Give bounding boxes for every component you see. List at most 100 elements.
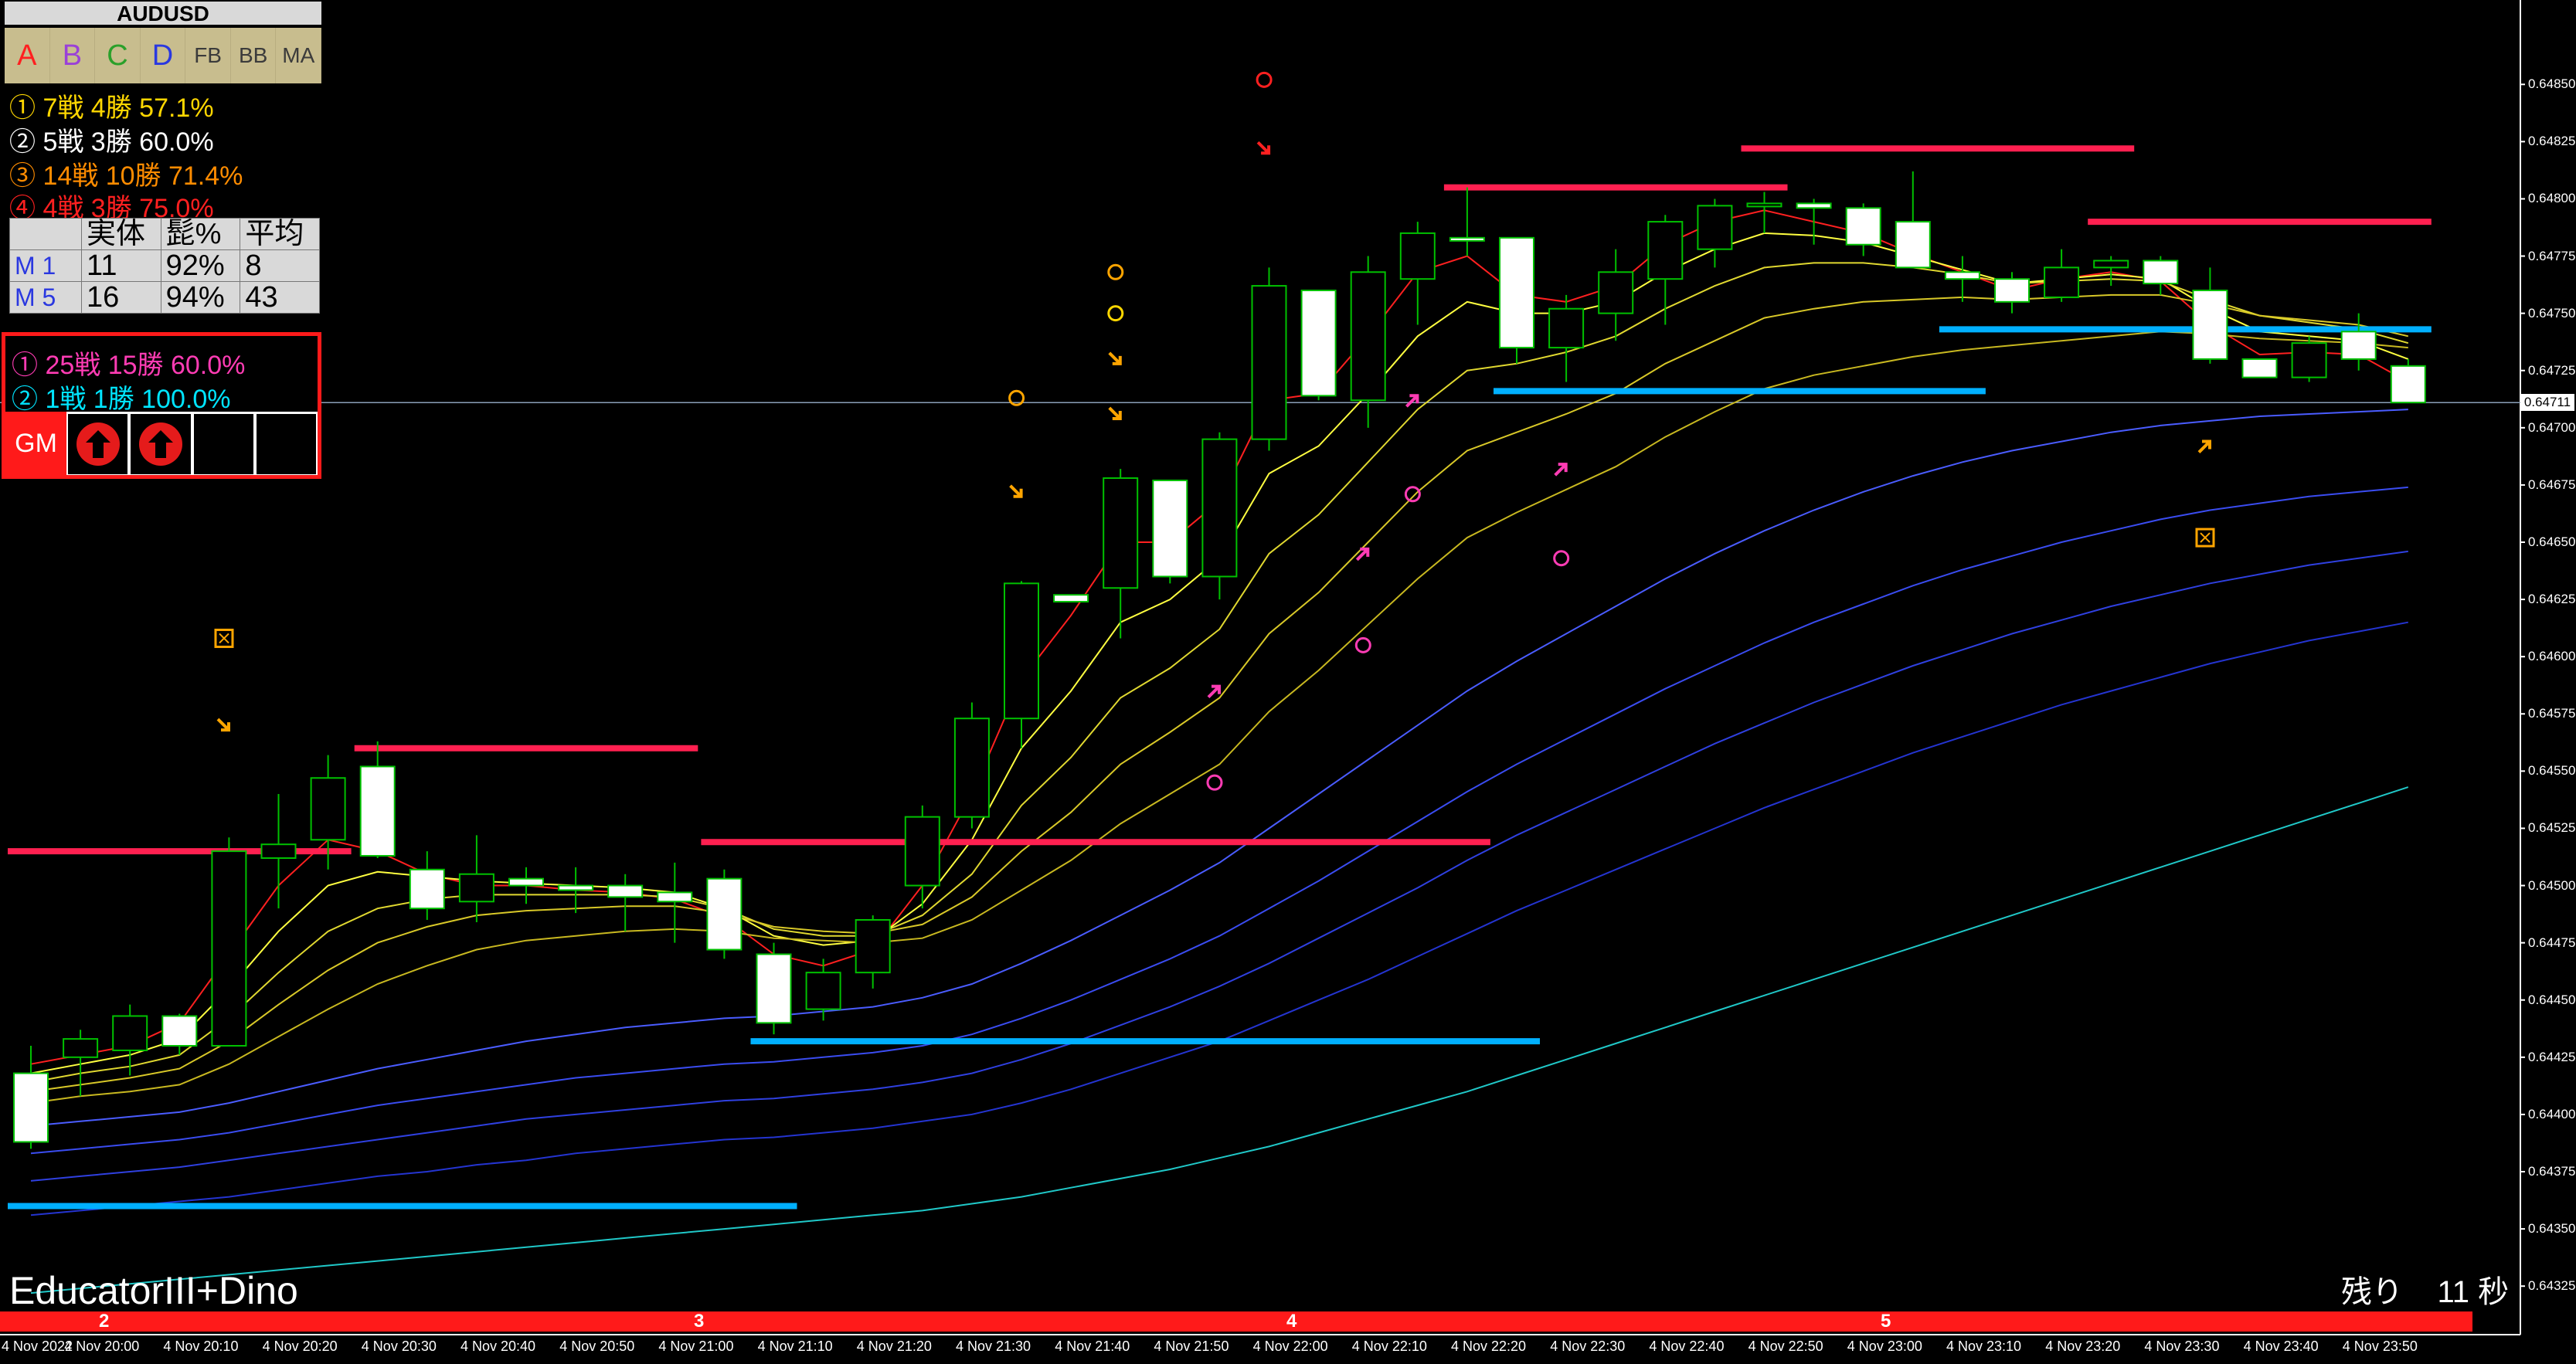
tab-d[interactable]: D — [141, 28, 186, 83]
day-marker: 4 — [1286, 1311, 1297, 1332]
candle-body — [1845, 207, 1881, 246]
strategy-tabs: A B C D FB BB MA — [5, 28, 322, 83]
candle-body — [1251, 285, 1287, 440]
candle-body — [359, 765, 396, 857]
time-tick-label: 4 Nov 21:20 — [856, 1339, 932, 1354]
time-tick-label: 4 Nov 21:10 — [757, 1339, 833, 1354]
candle-body — [558, 884, 594, 891]
table-cell: M 1 — [9, 249, 82, 282]
chart-background — [0, 0, 2520, 1335]
price-tick-label: 0.64475 — [2528, 935, 2576, 950]
candle-body — [805, 972, 841, 1010]
tab-b[interactable]: B — [50, 28, 96, 83]
candle-body — [706, 877, 743, 951]
tab-ma[interactable]: MA — [276, 28, 322, 83]
candle-body — [953, 718, 990, 818]
gm-slot-4[interactable] — [256, 414, 317, 474]
table-cell: 16 — [81, 281, 161, 314]
candle-body — [508, 877, 544, 887]
tab-a[interactable]: A — [5, 28, 50, 83]
price-tick-label: 0.64750 — [2528, 305, 2576, 321]
time-tick-label: 4 Nov 22:10 — [1351, 1339, 1427, 1354]
price-tick-label: 0.64825 — [2528, 134, 2576, 149]
tab-bb[interactable]: BB — [231, 28, 277, 83]
time-tick-label: 4 Nov 23:30 — [2144, 1339, 2220, 1354]
price-tick-label: 0.64625 — [2528, 592, 2576, 607]
price-tick-label: 0.64600 — [2528, 649, 2576, 664]
candle-body — [1399, 232, 1436, 280]
time-tick-label: 4 Nov 22:30 — [1550, 1339, 1626, 1354]
day-marker: 2 — [99, 1311, 110, 1332]
candle-body — [756, 953, 792, 1024]
up-arrow-icon — [76, 422, 120, 466]
price-tick-label: 0.64650 — [2528, 534, 2576, 549]
table-row: M 5 16 94% 43 — [9, 281, 320, 314]
remaining-time: 残り 11 秒 — [2341, 1267, 2509, 1311]
time-tick-label: 4 Nov 23:00 — [1847, 1339, 1922, 1354]
table-header: 髭% — [160, 218, 241, 250]
candle-body — [1697, 205, 1733, 250]
time-tick-label: 4 Nov 20:50 — [559, 1339, 635, 1354]
tab-c[interactable]: C — [95, 28, 141, 83]
stat-line-2: ② 5戦 3勝 60.0% — [9, 127, 214, 157]
table-header-row: 実体 髭% 平均 — [9, 218, 320, 250]
candle-body — [1895, 221, 1931, 269]
gm-slot-2[interactable] — [131, 414, 191, 474]
remaining-label: 残り — [2341, 1275, 2403, 1309]
time-tick-label: 4 Nov 21:30 — [956, 1339, 1031, 1354]
gm-label: GM — [5, 412, 67, 475]
candle-body — [161, 1015, 198, 1047]
price-tick-label: 0.64675 — [2528, 477, 2576, 492]
candle-body — [1746, 202, 1782, 208]
time-tick-label: 4 Nov 20:20 — [262, 1339, 338, 1354]
time-tick-label: 4 Nov 22:20 — [1451, 1339, 1527, 1354]
price-tick-label: 0.64450 — [2528, 992, 2576, 1007]
table-row: M 1 11 92% 8 — [9, 249, 320, 282]
candle-body — [1796, 202, 1832, 209]
candle-body — [1201, 438, 1238, 578]
day-marker: 3 — [694, 1311, 705, 1332]
symbol-title: AUDUSD — [5, 2, 321, 25]
candle-body — [855, 919, 891, 974]
time-tick-label: 4 Nov 20:30 — [361, 1339, 437, 1354]
candle-body — [657, 891, 693, 903]
time-tick-label: 4 Nov 20:40 — [460, 1339, 536, 1354]
candle-body — [1004, 582, 1039, 720]
price-tick-label: 0.64425 — [2528, 1049, 2576, 1064]
price-tick-label: 0.64400 — [2528, 1106, 2576, 1121]
candle-body — [1499, 236, 1534, 349]
candle-stats-table: 実体 髭% 平均 M 1 11 92% 8 M 5 16 94% 43 — [9, 218, 320, 314]
price-tick-label: 0.64850 — [2528, 76, 2576, 92]
candle-body — [1994, 278, 2030, 303]
candle-body — [2390, 365, 2426, 404]
tab-fb[interactable]: FB — [185, 28, 231, 83]
price-tick-label: 0.64325 — [2528, 1278, 2576, 1294]
candle-body — [211, 850, 247, 1047]
table-cell: M 5 — [9, 281, 82, 314]
price-tick-label: 0.64375 — [2528, 1164, 2576, 1179]
stat-line-1: ① 7戦 4勝 57.1% — [9, 93, 214, 123]
table-cell: 43 — [240, 281, 320, 314]
candle-body — [2093, 260, 2129, 269]
price-tick-label: 0.64525 — [2528, 820, 2576, 836]
price-chart[interactable] — [0, 0, 2576, 1364]
price-tick-label: 0.64775 — [2528, 248, 2576, 263]
candle-body — [1152, 479, 1188, 578]
candle-body — [1300, 290, 1337, 397]
indicator-brand-label: EducatorIII+Dino — [9, 1269, 298, 1312]
candle-body — [409, 868, 445, 910]
gm-toolbar: GM — [5, 412, 318, 475]
table-cell: 8 — [240, 249, 320, 282]
gm-slot-1[interactable] — [68, 414, 128, 474]
day-marker: 5 — [1881, 1311, 1891, 1332]
day-separator-bar — [0, 1311, 2472, 1332]
table-cell: 11 — [81, 249, 161, 282]
time-tick-label: 4 Nov 22:00 — [1252, 1339, 1328, 1354]
gm-slot-3[interactable] — [193, 414, 253, 474]
remaining-seconds: 11 — [2437, 1275, 2469, 1309]
candle-body — [260, 843, 297, 859]
candle-body — [112, 1015, 148, 1051]
candle-body — [310, 777, 346, 841]
gm-stat-line-1: ① 25戦 15勝 60.0% — [12, 351, 246, 380]
candle-body — [1598, 271, 1634, 314]
